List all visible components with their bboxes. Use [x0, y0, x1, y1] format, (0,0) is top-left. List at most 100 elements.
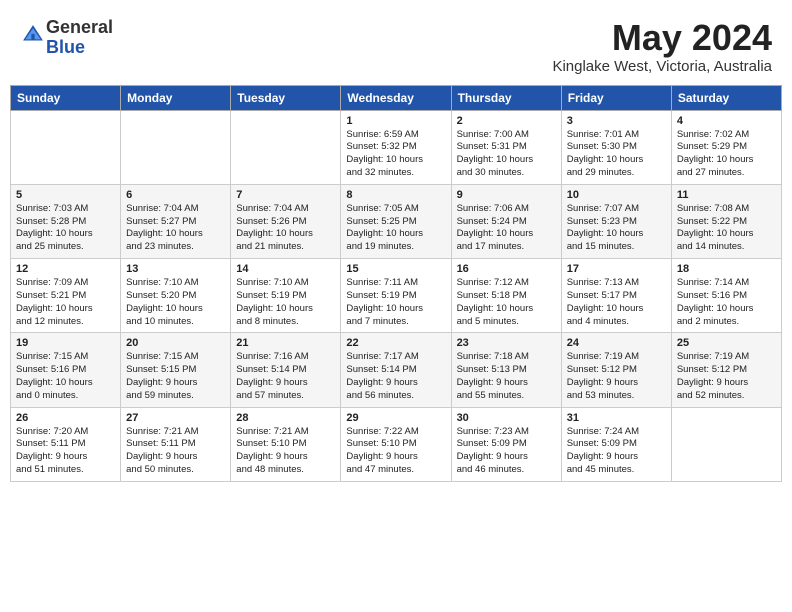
day-cell: 7 Sunrise: 7:04 AM Sunset: 5:26 PM Daylig…	[231, 184, 341, 258]
day-number: 6	[126, 189, 225, 201]
day-cell	[231, 110, 341, 184]
calendar-title: May 2024	[552, 18, 772, 58]
day-cell: 24 Sunrise: 7:19 AM Sunset: 5:12 PM Dayli…	[561, 333, 671, 407]
day-cell: 26 Sunrise: 7:20 AM Sunset: 5:11 PM Dayli…	[11, 407, 121, 481]
day-number: 22	[346, 337, 445, 349]
day-info: Sunrise: 7:13 AM Sunset: 5:17 PM Dayligh…	[567, 277, 666, 328]
day-info: Sunrise: 7:05 AM Sunset: 5:25 PM Dayligh…	[346, 203, 445, 254]
day-number: 23	[457, 337, 556, 349]
logo-blue-text: Blue	[46, 37, 85, 57]
calendar-subtitle: Kinglake West, Victoria, Australia	[552, 58, 772, 75]
day-number: 5	[16, 189, 115, 201]
day-cell: 12 Sunrise: 7:09 AM Sunset: 5:21 PM Dayli…	[11, 259, 121, 333]
day-number: 25	[677, 337, 776, 349]
day-cell: 11Sunrise: 7:08 AM Sunset: 5:22 PM Dayli…	[671, 184, 781, 258]
day-header-friday: Friday	[561, 85, 671, 110]
day-info: Sunrise: 7:00 AM Sunset: 5:31 PM Dayligh…	[457, 129, 556, 180]
day-cell	[11, 110, 121, 184]
week-row-4: 19 Sunrise: 7:15 AM Sunset: 5:16 PM Dayli…	[11, 333, 782, 407]
day-info: Sunrise: 7:12 AM Sunset: 5:18 PM Dayligh…	[457, 277, 556, 328]
day-info: Sunrise: 7:03 AM Sunset: 5:28 PM Dayligh…	[16, 203, 115, 254]
day-cell: 20 Sunrise: 7:15 AM Sunset: 5:15 PM Dayli…	[121, 333, 231, 407]
day-number: 18	[677, 263, 776, 275]
day-number: 12	[16, 263, 115, 275]
day-info: Sunrise: 7:19 AM Sunset: 5:12 PM Dayligh…	[677, 351, 776, 402]
day-info: Sunrise: 7:15 AM Sunset: 5:15 PM Dayligh…	[126, 351, 225, 402]
day-info: Sunrise: 7:21 AM Sunset: 5:11 PM Dayligh…	[126, 426, 225, 477]
day-cell: 21Sunrise: 7:16 AM Sunset: 5:14 PM Dayli…	[231, 333, 341, 407]
day-info: Sunrise: 7:02 AM Sunset: 5:29 PM Dayligh…	[677, 129, 776, 180]
day-cell: 31Sunrise: 7:24 AM Sunset: 5:09 PM Dayli…	[561, 407, 671, 481]
day-cell: 15 Sunrise: 7:11 AM Sunset: 5:19 PM Dayli…	[341, 259, 451, 333]
logo: General Blue	[20, 18, 113, 58]
logo-icon	[22, 24, 44, 46]
day-info: Sunrise: 7:17 AM Sunset: 5:14 PM Dayligh…	[346, 351, 445, 402]
day-cell: 28 Sunrise: 7:21 AM Sunset: 5:10 PM Dayli…	[231, 407, 341, 481]
day-number: 31	[567, 412, 666, 424]
day-cell: 25 Sunrise: 7:19 AM Sunset: 5:12 PM Dayli…	[671, 333, 781, 407]
day-number: 15	[346, 263, 445, 275]
day-number: 1	[346, 115, 445, 127]
day-cell: 8 Sunrise: 7:05 AM Sunset: 5:25 PM Daylig…	[341, 184, 451, 258]
day-info: Sunrise: 6:59 AM Sunset: 5:32 PM Dayligh…	[346, 129, 445, 180]
day-number: 9	[457, 189, 556, 201]
day-number: 17	[567, 263, 666, 275]
day-number: 28	[236, 412, 335, 424]
week-row-5: 26 Sunrise: 7:20 AM Sunset: 5:11 PM Dayli…	[11, 407, 782, 481]
page-header: General Blue May 2024 Kinglake West, Vic…	[10, 10, 782, 79]
day-info: Sunrise: 7:19 AM Sunset: 5:12 PM Dayligh…	[567, 351, 666, 402]
day-number: 30	[457, 412, 556, 424]
day-cell: 22 Sunrise: 7:17 AM Sunset: 5:14 PM Dayli…	[341, 333, 451, 407]
day-cell: 17 Sunrise: 7:13 AM Sunset: 5:17 PM Dayli…	[561, 259, 671, 333]
day-cell: 23 Sunrise: 7:18 AM Sunset: 5:13 PM Dayli…	[451, 333, 561, 407]
day-number: 19	[16, 337, 115, 349]
day-number: 24	[567, 337, 666, 349]
day-header-thursday: Thursday	[451, 85, 561, 110]
day-info: Sunrise: 7:01 AM Sunset: 5:30 PM Dayligh…	[567, 129, 666, 180]
day-number: 8	[346, 189, 445, 201]
day-info: Sunrise: 7:22 AM Sunset: 5:10 PM Dayligh…	[346, 426, 445, 477]
day-header-saturday: Saturday	[671, 85, 781, 110]
day-cell: 13Sunrise: 7:10 AM Sunset: 5:20 PM Dayli…	[121, 259, 231, 333]
day-cell: 3 Sunrise: 7:01 AM Sunset: 5:30 PM Daylig…	[561, 110, 671, 184]
day-number: 20	[126, 337, 225, 349]
day-number: 4	[677, 115, 776, 127]
day-number: 26	[16, 412, 115, 424]
day-info: Sunrise: 7:09 AM Sunset: 5:21 PM Dayligh…	[16, 277, 115, 328]
day-number: 3	[567, 115, 666, 127]
day-info: Sunrise: 7:18 AM Sunset: 5:13 PM Dayligh…	[457, 351, 556, 402]
day-number: 29	[346, 412, 445, 424]
day-number: 27	[126, 412, 225, 424]
day-cell: 4 Sunrise: 7:02 AM Sunset: 5:29 PM Daylig…	[671, 110, 781, 184]
day-cell	[121, 110, 231, 184]
day-cell: 10Sunrise: 7:07 AM Sunset: 5:23 PM Dayli…	[561, 184, 671, 258]
day-info: Sunrise: 7:23 AM Sunset: 5:09 PM Dayligh…	[457, 426, 556, 477]
day-cell: 18Sunrise: 7:14 AM Sunset: 5:16 PM Dayli…	[671, 259, 781, 333]
day-header-sunday: Sunday	[11, 85, 121, 110]
calendar-table: SundayMondayTuesdayWednesdayThursdayFrid…	[10, 85, 782, 482]
day-cell: 16Sunrise: 7:12 AM Sunset: 5:18 PM Dayli…	[451, 259, 561, 333]
day-info: Sunrise: 7:04 AM Sunset: 5:26 PM Dayligh…	[236, 203, 335, 254]
day-cell: 9Sunrise: 7:06 AM Sunset: 5:24 PM Daylig…	[451, 184, 561, 258]
day-cell: 19 Sunrise: 7:15 AM Sunset: 5:16 PM Dayli…	[11, 333, 121, 407]
day-info: Sunrise: 7:08 AM Sunset: 5:22 PM Dayligh…	[677, 203, 776, 254]
day-cell: 1 Sunrise: 6:59 AM Sunset: 5:32 PM Daylig…	[341, 110, 451, 184]
day-info: Sunrise: 7:21 AM Sunset: 5:10 PM Dayligh…	[236, 426, 335, 477]
day-number: 2	[457, 115, 556, 127]
day-info: Sunrise: 7:20 AM Sunset: 5:11 PM Dayligh…	[16, 426, 115, 477]
day-info: Sunrise: 7:10 AM Sunset: 5:20 PM Dayligh…	[126, 277, 225, 328]
day-cell: 2 Sunrise: 7:00 AM Sunset: 5:31 PM Daylig…	[451, 110, 561, 184]
day-info: Sunrise: 7:10 AM Sunset: 5:19 PM Dayligh…	[236, 277, 335, 328]
logo-general-text: General	[46, 17, 113, 37]
day-info: Sunrise: 7:04 AM Sunset: 5:27 PM Dayligh…	[126, 203, 225, 254]
day-cell: 27 Sunrise: 7:21 AM Sunset: 5:11 PM Dayli…	[121, 407, 231, 481]
day-cell: 14Sunrise: 7:10 AM Sunset: 5:19 PM Dayli…	[231, 259, 341, 333]
day-number: 21	[236, 337, 335, 349]
day-number: 7	[236, 189, 335, 201]
day-header-tuesday: Tuesday	[231, 85, 341, 110]
day-info: Sunrise: 7:11 AM Sunset: 5:19 PM Dayligh…	[346, 277, 445, 328]
days-header-row: SundayMondayTuesdayWednesdayThursdayFrid…	[11, 85, 782, 110]
day-info: Sunrise: 7:15 AM Sunset: 5:16 PM Dayligh…	[16, 351, 115, 402]
day-cell: 30 Sunrise: 7:23 AM Sunset: 5:09 PM Dayli…	[451, 407, 561, 481]
day-cell: 5 Sunrise: 7:03 AM Sunset: 5:28 PM Daylig…	[11, 184, 121, 258]
